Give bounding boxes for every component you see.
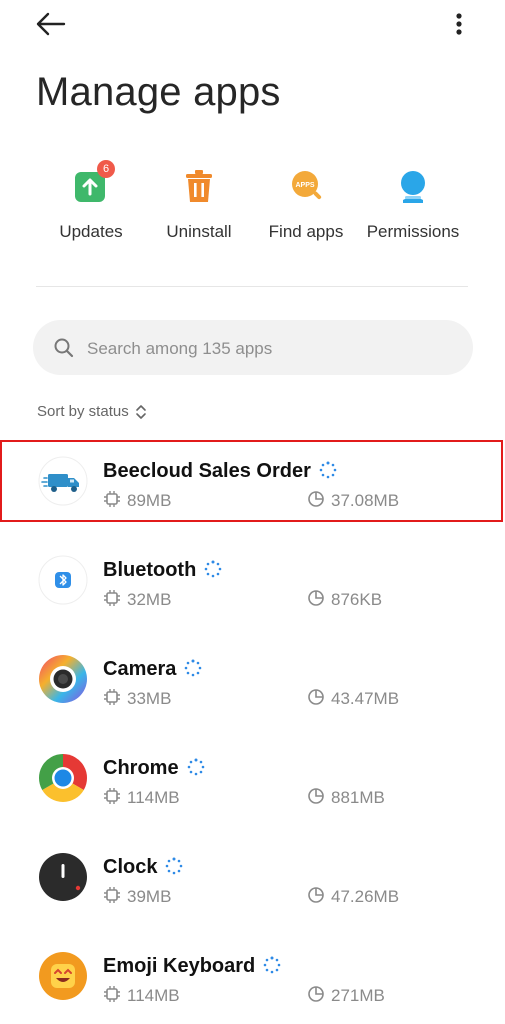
app-data: 876KB xyxy=(307,589,382,610)
app-data: 881MB xyxy=(307,787,385,808)
app-row-clock[interactable]: Clock 39MB 47.26MB xyxy=(0,836,505,918)
search-input[interactable] xyxy=(85,320,459,377)
app-size-value: 33MB xyxy=(127,689,172,708)
app-size: 114MB xyxy=(103,985,180,1006)
app-size-value: 39MB xyxy=(127,887,172,906)
arrow-left-icon xyxy=(36,12,66,36)
permissions-label: Permissions xyxy=(366,222,460,241)
pie-chart-icon xyxy=(308,986,324,1002)
uninstall-label: Uninstall xyxy=(166,222,232,241)
more-vertical-icon xyxy=(456,13,462,35)
updates-button[interactable]: 6 Updates xyxy=(36,160,146,250)
app-name: Clock xyxy=(103,856,158,878)
camera-app-icon xyxy=(39,655,87,703)
app-size-value: 89MB xyxy=(127,491,172,510)
trash-icon xyxy=(186,170,212,202)
clock-app-icon xyxy=(39,853,87,901)
beecloud-app-icon xyxy=(38,456,88,506)
app-row-bluetooth[interactable]: Bluetooth 32MB 876KB xyxy=(0,539,505,621)
app-size: 39MB xyxy=(103,886,171,907)
pie-chart-icon xyxy=(308,689,324,705)
chrome-app-icon xyxy=(38,754,88,803)
quick-actions: 6 Updates Uninstall APPS Find apps Permi… xyxy=(0,160,505,250)
sort-toggle-icon xyxy=(135,405,146,419)
app-data: 43.47MB xyxy=(307,688,399,709)
updates-badge: 6 xyxy=(97,160,115,178)
person-shield-icon xyxy=(401,171,425,203)
sort-selector[interactable]: Sort by status xyxy=(37,403,147,420)
app-size-value: 114MB xyxy=(127,986,180,1005)
app-name: Bluetooth xyxy=(103,559,197,581)
chip-icon xyxy=(104,590,120,606)
chip-icon xyxy=(104,689,120,705)
page-title: Manage apps xyxy=(36,70,281,114)
chip-icon xyxy=(104,887,120,903)
app-name: Camera xyxy=(103,658,177,680)
app-name: Chrome xyxy=(103,757,179,779)
app-data: 271MB xyxy=(307,985,385,1006)
loading-spinner-icon xyxy=(187,758,204,776)
section-divider xyxy=(36,286,468,287)
chip-icon xyxy=(104,788,120,804)
app-row-beecloud[interactable]: Beecloud Sales Order 89MB 37.08MB xyxy=(0,440,503,522)
app-data: 37.08MB xyxy=(307,490,399,511)
app-size: 32MB xyxy=(103,589,171,610)
app-size: 89MB xyxy=(103,490,171,511)
app-size-value: 32MB xyxy=(127,590,172,609)
pie-chart-icon xyxy=(308,491,324,507)
chip-icon xyxy=(104,986,120,1002)
loading-spinner-icon xyxy=(205,560,222,578)
find-apps-icon: APPS xyxy=(292,171,322,200)
app-name: Emoji Keyboard xyxy=(103,955,256,977)
svg-text:APPS: APPS xyxy=(295,182,314,189)
emoji-keyboard-app-icon xyxy=(39,952,87,1000)
bluetooth-app-icon xyxy=(38,555,88,605)
search-bar[interactable] xyxy=(33,320,473,377)
loading-spinner-icon xyxy=(319,461,337,479)
loading-spinner-icon xyxy=(166,857,183,875)
pie-chart-icon xyxy=(308,788,324,804)
chip-icon xyxy=(104,491,120,507)
app-data-value: 37.08MB xyxy=(331,491,400,510)
pie-chart-icon xyxy=(308,887,324,903)
loading-spinner-icon xyxy=(263,956,281,974)
app-size-value: 114MB xyxy=(127,788,180,807)
app-data-value: 876KB xyxy=(331,590,383,609)
app-data: 47.26MB xyxy=(307,886,399,907)
uninstall-button[interactable]: Uninstall xyxy=(144,160,254,250)
search-icon xyxy=(54,338,74,358)
find-apps-button[interactable]: APPS Find apps xyxy=(251,160,361,250)
pie-chart-icon xyxy=(308,590,324,606)
app-data-value: 47.26MB xyxy=(331,887,400,906)
app-row-camera[interactable]: Camera 33MB 43.47MB xyxy=(0,638,505,720)
permissions-button[interactable]: Permissions xyxy=(358,160,468,250)
app-name: Beecloud Sales Order xyxy=(103,460,311,482)
app-data-value: 271MB xyxy=(331,986,385,1005)
app-row-chrome[interactable]: Chrome 114MB 881MB xyxy=(0,737,505,819)
find-apps-label: Find apps xyxy=(268,222,344,241)
back-button[interactable] xyxy=(34,10,68,38)
loading-spinner-icon xyxy=(185,659,202,677)
updates-label: Updates xyxy=(59,222,123,241)
app-data-value: 881MB xyxy=(331,788,385,807)
top-bar xyxy=(0,0,505,50)
sort-label: Sort by status xyxy=(37,403,129,420)
more-options-button[interactable] xyxy=(448,10,470,38)
app-row-emoji-keyboard[interactable]: Emoji Keyboard 114MB 271MB xyxy=(0,935,505,1017)
app-data-value: 43.47MB xyxy=(331,689,400,708)
app-size: 33MB xyxy=(103,688,171,709)
app-size: 114MB xyxy=(103,787,180,808)
